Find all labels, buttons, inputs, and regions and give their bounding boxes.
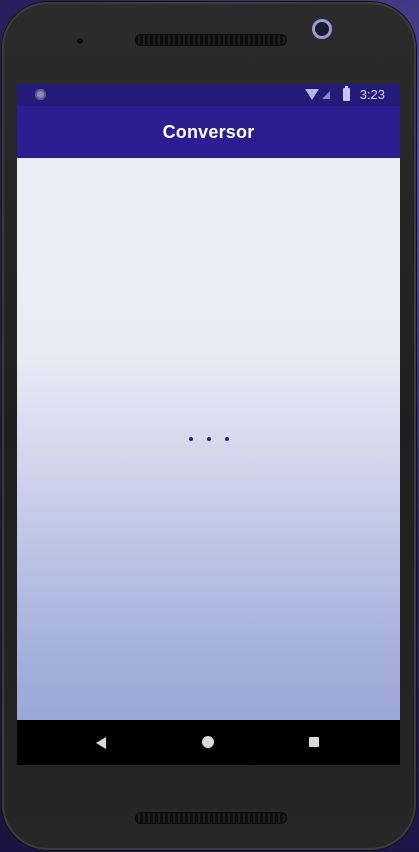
device-screen: 3:23 Conversor bbox=[17, 84, 400, 765]
notification-dot-icon bbox=[35, 89, 46, 100]
proximity-sensor bbox=[312, 19, 332, 39]
status-bar: 3:23 bbox=[17, 84, 400, 106]
back-icon[interactable] bbox=[96, 737, 106, 749]
home-icon[interactable] bbox=[202, 736, 214, 748]
bottom-speaker bbox=[135, 812, 287, 824]
loading-dot bbox=[189, 437, 193, 441]
earpiece-speaker bbox=[135, 34, 287, 46]
recents-icon[interactable] bbox=[309, 737, 319, 747]
battery-icon bbox=[343, 86, 350, 101]
loading-indicator bbox=[189, 436, 229, 442]
status-time: 3:23 bbox=[359, 87, 385, 102]
front-camera bbox=[76, 37, 84, 45]
cell-signal-icon bbox=[322, 91, 330, 99]
loading-dot bbox=[207, 437, 211, 441]
app-bar: Conversor bbox=[17, 106, 400, 158]
app-title: Conversor bbox=[162, 121, 255, 142]
loading-dot bbox=[225, 437, 229, 441]
main-content bbox=[17, 158, 400, 720]
wifi-icon bbox=[305, 89, 319, 100]
navigation-bar bbox=[17, 720, 400, 765]
